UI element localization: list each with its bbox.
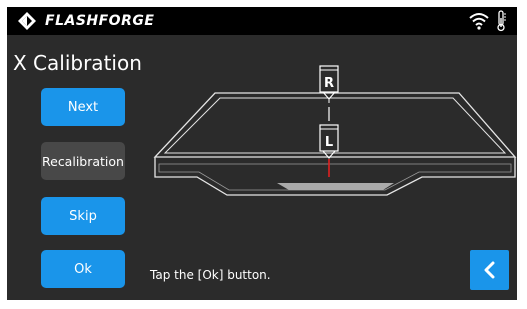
calibration-print-line [277, 183, 394, 190]
wifi-icon [469, 13, 489, 30]
nozzle-right: R [319, 65, 339, 103]
instruction-text: Tap the [Ok] button. [150, 268, 271, 282]
brand: FLASHFORGE [17, 11, 154, 31]
chevron-left-icon [484, 261, 494, 279]
brand-name: FLASHFORGE [45, 13, 155, 29]
calibration-diagram: R L [153, 65, 517, 196]
ok-button[interactable]: Ok [41, 250, 125, 288]
thermometer-icon [497, 10, 506, 32]
printer-screen: FLASHFORGE X Calibration Next Recalibrat… [7, 7, 517, 300]
nozzle-left-label: L [325, 135, 333, 150]
back-button[interactable] [470, 250, 509, 290]
status-bar: FLASHFORGE [7, 7, 517, 35]
nozzle-right-label: R [324, 76, 334, 91]
flashforge-logo-icon [18, 12, 36, 30]
